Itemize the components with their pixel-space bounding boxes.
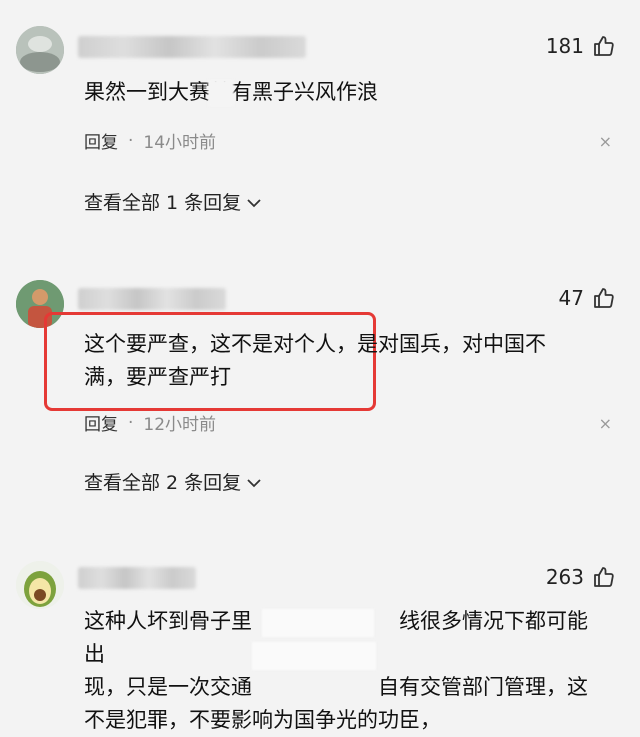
avatar-image	[16, 26, 64, 74]
comment-meta: 回复 · 14小时前	[84, 128, 217, 154]
like-count: 263	[545, 565, 584, 589]
like-button[interactable]: 181	[546, 34, 616, 58]
view-replies-button[interactable]: 查看全部 1 条回复	[84, 188, 261, 215]
separator-dot: ·	[128, 412, 134, 433]
timestamp: 14小时前	[143, 133, 217, 153]
comment-meta: 回复 · 12小时前	[84, 410, 217, 436]
username-blurred[interactable]	[78, 36, 306, 58]
like-button[interactable]: 47	[559, 286, 616, 310]
view-replies-label: 查看全部 2 条回复	[84, 472, 242, 494]
comment-text-line-2: 现，只是一次交通 自有交管部门管理，这	[84, 675, 588, 699]
thumbs-up-icon	[592, 565, 616, 589]
separator-dot: ·	[128, 130, 134, 151]
like-count: 181	[545, 34, 584, 58]
avatar[interactable]	[16, 561, 64, 609]
comment-text-line-2: 满，要严查严打	[84, 365, 231, 389]
close-icon[interactable]: ×	[599, 132, 612, 151]
thumbs-up-icon	[592, 34, 616, 58]
comment-text-line-3: 不是犯罪，不要影响为国争光的功臣，	[84, 708, 441, 732]
avatar-image	[16, 561, 64, 609]
close-icon[interactable]: ×	[599, 414, 612, 433]
timestamp: 12小时前	[143, 415, 217, 435]
comment-2: 47 这个要严查，这不是对个人，是对国兵，对中国不 满，要严查严打 回复 · 1…	[0, 260, 640, 520]
comment-text: 果然一到大赛就有黑子兴风作浪	[84, 76, 604, 109]
reply-button[interactable]: 回复	[84, 410, 118, 435]
comment-text-line-1: 这个要严查，这不是对个人，是对国兵，对中国不	[84, 332, 546, 356]
like-count: 47	[558, 286, 584, 310]
avatar[interactable]	[16, 26, 64, 74]
reply-button[interactable]: 回复	[84, 128, 118, 153]
text-redaction	[252, 642, 376, 670]
chevron-down-icon	[247, 191, 261, 213]
username-blurred[interactable]	[78, 288, 226, 310]
view-replies-label: 查看全部 1 条回复	[84, 192, 242, 214]
comment-3: 263 这种人坏到骨子里 线很多情况下都可能出 现，只是一次交通 自有交管部门管…	[0, 545, 640, 732]
thumbs-up-icon	[592, 286, 616, 310]
text-redaction	[262, 609, 374, 637]
comment-1: 181 果然一到大赛就有黑子兴风作浪 回复 · 14小时前 × 查看全部 1 条…	[0, 0, 640, 240]
chevron-down-icon	[247, 471, 261, 493]
view-replies-button[interactable]: 查看全部 2 条回复	[84, 468, 261, 495]
text-redaction	[208, 80, 234, 106]
like-button[interactable]: 263	[546, 565, 616, 589]
username-blurred[interactable]	[78, 567, 196, 589]
comment-text: 这个要严查，这不是对个人，是对国兵，对中国不 满，要严查严打	[84, 328, 604, 394]
